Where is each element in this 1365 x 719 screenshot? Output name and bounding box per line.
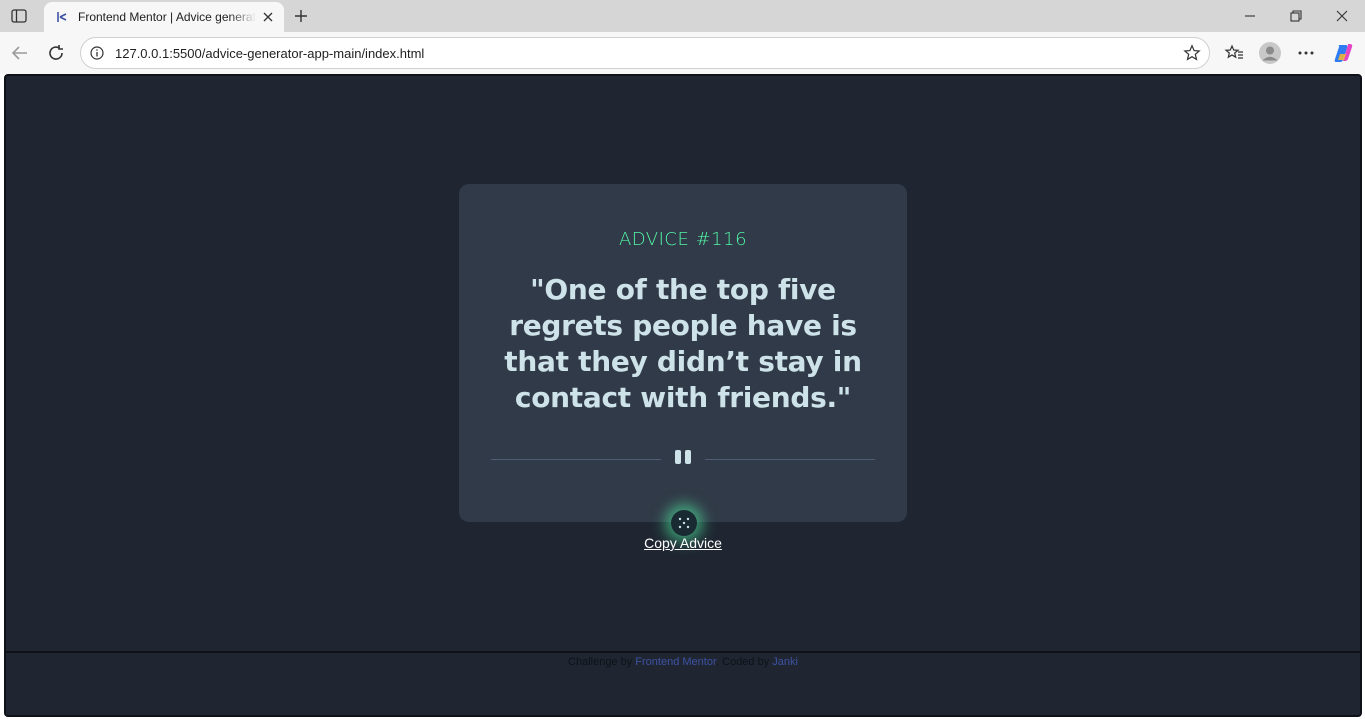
frontend-mentor-link[interactable]: Frontend Mentor xyxy=(635,656,716,668)
attribution-prefix: Challenge by xyxy=(568,656,636,668)
minimize-icon[interactable] xyxy=(1227,0,1273,32)
tab-bar: Frontend Mentor | Advice generator app xyxy=(0,0,1365,32)
divider xyxy=(491,450,875,464)
tab-title: Frontend Mentor | Advice generator app xyxy=(78,10,256,24)
favorites-icon[interactable] xyxy=(1222,41,1246,65)
advice-quote: "One of the top five regrets people have… xyxy=(504,273,862,414)
copy-advice-link[interactable]: Copy Advice xyxy=(6,535,1360,551)
frontend-mentor-favicon-icon xyxy=(54,9,70,25)
divider-line-right xyxy=(705,459,875,460)
more-options-icon[interactable] xyxy=(1294,41,1318,65)
url-text[interactable]: 127.0.0.1:5500/advice-generator-app-main… xyxy=(115,46,424,61)
close-tab-icon[interactable] xyxy=(260,9,276,25)
close-window-icon[interactable] xyxy=(1319,0,1365,32)
browser-tab[interactable]: Frontend Mentor | Advice generator app xyxy=(44,2,284,32)
footer-divider xyxy=(6,651,1360,653)
browser-toolbar: 127.0.0.1:5500/advice-generator-app-main… xyxy=(0,32,1365,74)
page-viewport: ADVICE #116 "One of the top five regrets… xyxy=(4,74,1362,717)
author-link[interactable]: Janki xyxy=(772,656,798,668)
dice-button[interactable] xyxy=(671,510,697,536)
pause-icon xyxy=(673,450,693,466)
back-icon[interactable] xyxy=(8,41,32,65)
advice-id: ADVICE #116 xyxy=(618,229,748,250)
new-tab-icon[interactable] xyxy=(290,5,312,27)
favorite-star-icon[interactable] xyxy=(1183,44,1201,62)
page-main: ADVICE #116 "One of the top five regrets… xyxy=(6,76,1360,652)
site-info-icon[interactable] xyxy=(89,45,105,61)
attribution-middle: . Coded by xyxy=(716,656,773,668)
tab-actions-icon[interactable] xyxy=(8,6,30,26)
copilot-icon[interactable] xyxy=(1331,41,1355,65)
divider-line-left xyxy=(491,459,661,460)
restore-icon[interactable] xyxy=(1273,0,1319,32)
window-controls xyxy=(1227,0,1365,32)
refresh-icon[interactable] xyxy=(44,41,68,65)
dice-icon xyxy=(678,517,690,529)
advice-card: ADVICE #116 "One of the top five regrets… xyxy=(459,184,907,522)
profile-avatar[interactable] xyxy=(1258,41,1282,65)
attribution: Challenge by Frontend Mentor. Coded by J… xyxy=(6,656,1360,668)
address-bar[interactable]: 127.0.0.1:5500/advice-generator-app-main… xyxy=(80,37,1210,69)
